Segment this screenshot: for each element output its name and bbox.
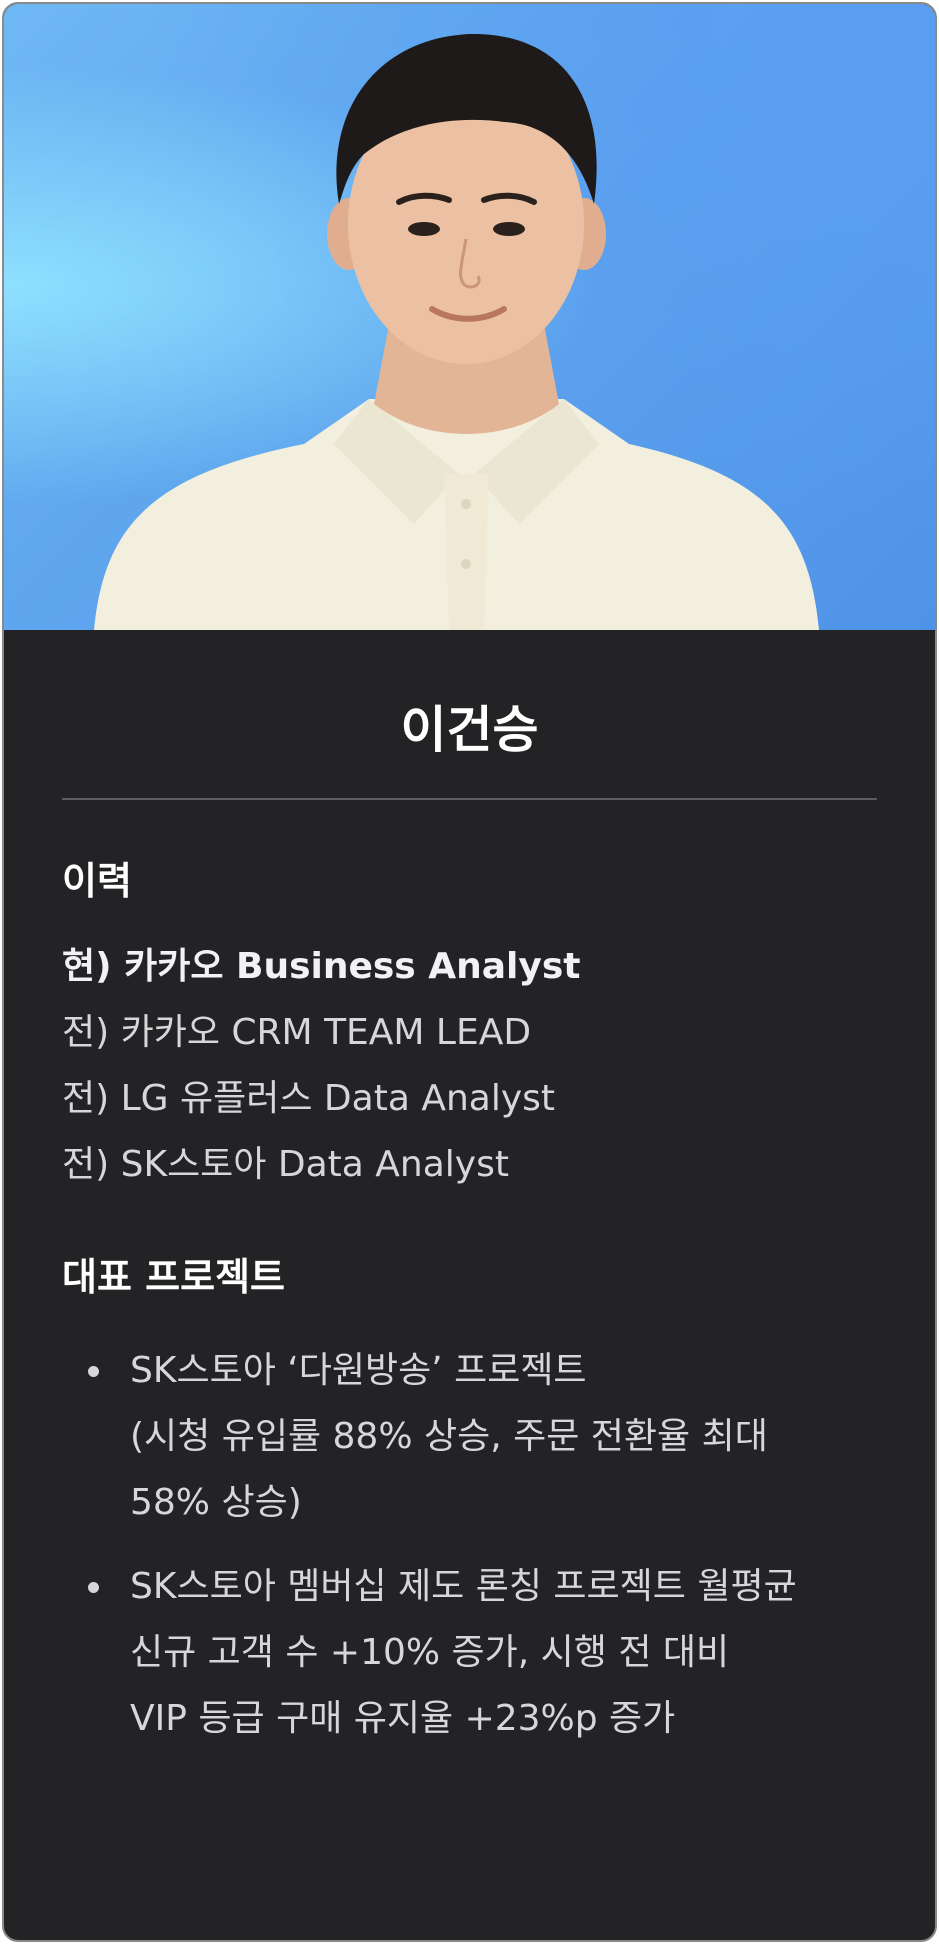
history-title: 이력 — [62, 859, 132, 903]
project-line: (시청 유입률 88% 상승, 주문 전환율 최대 — [130, 1416, 768, 1457]
history-item: 전) 카카오 CRM TEAM LEAD — [62, 1012, 532, 1053]
project-list: SK스토아 ‘다원방송’ 프로젝트 (시청 유입률 88% 상승, 주문 전환율… — [62, 1338, 877, 1752]
profile-photo — [4, 4, 935, 630]
bullet-icon — [88, 1582, 99, 1593]
projects-title: 대표 프로젝트 — [62, 1255, 285, 1299]
project-item: SK스토아 멤버십 제도 론칭 프로젝트 월평균 신규 고객 수 +10% 증가… — [62, 1554, 877, 1752]
history-item: 전) SK스토아 Data Analyst — [62, 1144, 509, 1185]
project-line: 신규 고객 수 +10% 증가, 시행 전 대비 — [130, 1632, 730, 1673]
bullet-icon — [88, 1366, 99, 1377]
history-item-current: 현) 카카오 Business Analyst — [62, 946, 581, 987]
portrait-illustration — [94, 33, 819, 630]
project-item: SK스토아 ‘다원방송’ 프로젝트 (시청 유입률 88% 상승, 주문 전환율… — [62, 1338, 877, 1536]
profile-name: 이건승 — [400, 701, 539, 759]
profile-card: 이건승 이력 현) 카카오 Business Analyst 전) 카카오 CR… — [2, 2, 937, 1942]
history-item: 전) LG 유플러스 Data Analyst — [62, 1078, 556, 1119]
history-list: 현) 카카오 Business Analyst 전) 카카오 CRM TEAM … — [62, 934, 877, 1198]
project-line: SK스토아 멤버십 제도 론칭 프로젝트 월평균 — [130, 1566, 797, 1607]
project-line: 58% 상승) — [130, 1482, 302, 1523]
project-line: SK스토아 ‘다원방송’ 프로젝트 — [130, 1350, 587, 1391]
profile-info: 이건승 이력 현) 카카오 Business Analyst 전) 카카오 CR… — [4, 700, 935, 1752]
project-line: VIP 등급 구매 유지율 +23%p 증가 — [130, 1698, 676, 1739]
name-divider — [62, 798, 877, 800]
